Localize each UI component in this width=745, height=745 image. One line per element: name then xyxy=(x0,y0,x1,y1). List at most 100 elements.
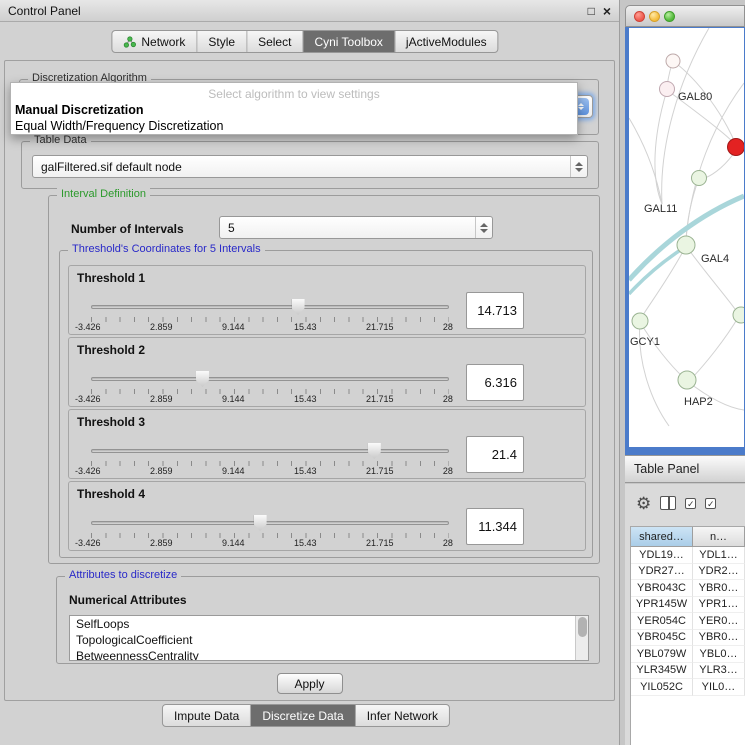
slider-track[interactable] xyxy=(91,305,449,309)
column-header-name[interactable]: n… xyxy=(693,527,745,547)
close-traffic-light-icon[interactable] xyxy=(634,11,645,22)
unselect-columns-icon[interactable]: ✓ xyxy=(705,498,716,509)
network-node-selected[interactable] xyxy=(728,139,745,156)
network-node[interactable] xyxy=(733,307,744,323)
dropdown-placeholder: Select algorithm to view settings xyxy=(11,86,577,102)
cell[interactable]: YBL079W xyxy=(631,646,693,663)
scale-tick-label: 28 xyxy=(443,322,453,332)
minimize-traffic-light-icon[interactable] xyxy=(649,11,660,22)
spinner-value: 5 xyxy=(228,221,235,235)
table-data-combo[interactable]: galFiltered.sif default node xyxy=(32,155,588,178)
cell[interactable]: YDL19… xyxy=(631,547,693,564)
cell[interactable]: YBR0… xyxy=(693,630,745,647)
slider-track[interactable] xyxy=(91,377,449,381)
zoom-traffic-light-icon[interactable] xyxy=(664,11,675,22)
cell[interactable]: YER0… xyxy=(693,613,745,630)
scale-tick-label: 9.144 xyxy=(222,466,245,476)
cell[interactable]: YLR3… xyxy=(693,663,745,680)
scale-tick-label: 2.859 xyxy=(150,394,173,404)
threshold-3-value-field[interactable] xyxy=(466,436,524,473)
list-item[interactable]: SelfLoops xyxy=(70,616,588,632)
list-item[interactable]: BetweennessCentrality xyxy=(70,648,588,661)
group-title: Attributes to discretize xyxy=(65,569,181,581)
table-row[interactable]: YBR045C YBR0… xyxy=(631,630,745,647)
threshold-4-value-field[interactable] xyxy=(466,508,524,545)
node-table: shared… n… YDL19… YDL1… YDR27… YDR2… YBR… xyxy=(630,526,745,745)
tab-network[interactable]: Network xyxy=(112,31,197,52)
slider-track[interactable] xyxy=(91,449,449,453)
list-scrollbar[interactable] xyxy=(575,616,588,660)
table-row[interactable]: YLR345W YLR3… xyxy=(631,663,745,680)
tab-cyni-toolbox[interactable]: Cyni Toolbox xyxy=(303,31,394,52)
cell[interactable]: YBR045C xyxy=(631,630,693,647)
threshold-1-value-field[interactable] xyxy=(466,292,524,329)
table-row[interactable]: YDR27… YDR2… xyxy=(631,564,745,581)
threshold-2-slider[interactable] xyxy=(91,370,449,388)
cell[interactable]: YPR1… xyxy=(693,597,745,614)
tab-discretize-data[interactable]: Discretize Data xyxy=(251,705,355,726)
list-item[interactable]: TopologicalCoefficient xyxy=(70,632,588,648)
cell[interactable]: YIL052C xyxy=(631,679,693,696)
cell[interactable]: YBR0… xyxy=(693,580,745,597)
cell[interactable]: YDR2… xyxy=(693,564,745,581)
threshold-1-slider[interactable] xyxy=(91,298,449,316)
group-title: Interval Definition xyxy=(57,188,150,200)
scale-tick-label: 2.859 xyxy=(150,538,173,548)
cell[interactable]: YDR27… xyxy=(631,564,693,581)
apply-button[interactable]: Apply xyxy=(277,673,343,694)
slider-scale: -3.426 2.859 9.144 15.43 21.715 28 xyxy=(75,466,453,476)
numerical-attributes-list[interactable]: SelfLoops TopologicalCoefficient Between… xyxy=(69,615,589,661)
columns-icon[interactable] xyxy=(660,496,676,510)
network-canvas[interactable]: GAL80 GAL11 GAL4 GCY1 HAP2 xyxy=(629,28,744,447)
number-of-intervals-spinner[interactable]: 5 xyxy=(219,216,493,239)
table-row[interactable]: YER054C YER0… xyxy=(631,613,745,630)
cell[interactable]: YLR345W xyxy=(631,663,693,680)
cell[interactable]: YBL0… xyxy=(693,646,745,663)
slider-thumb[interactable] xyxy=(196,371,209,387)
scrollbar-thumb[interactable] xyxy=(578,617,587,637)
slider-thumb[interactable] xyxy=(292,299,305,315)
group-title: Threshold's Coordinates for 5 Intervals xyxy=(68,243,265,255)
slider-thumb[interactable] xyxy=(368,443,381,459)
slider-thumb[interactable] xyxy=(254,515,267,531)
slider-track[interactable] xyxy=(91,521,449,525)
table-row[interactable]: YDL19… YDL1… xyxy=(631,547,745,564)
dropdown-option-manual-discretization[interactable]: Manual Discretization xyxy=(11,102,577,118)
threshold-3-slider[interactable] xyxy=(91,442,449,460)
select-all-columns-icon[interactable]: ✓ xyxy=(685,498,696,509)
node-label: GAL4 xyxy=(701,253,729,265)
column-header-shared-name[interactable]: shared… xyxy=(631,527,693,547)
table-row[interactable]: YPR145W YPR1… xyxy=(631,597,745,614)
cell[interactable]: YDL1… xyxy=(693,547,745,564)
threshold-2-value-field[interactable] xyxy=(466,364,524,401)
tab-infer-network[interactable]: Infer Network xyxy=(356,705,449,726)
tab-select[interactable]: Select xyxy=(247,31,303,52)
threshold-label: Threshold 1 xyxy=(77,271,145,285)
interval-definition-group: Interval Definition Number of Intervals … xyxy=(48,195,600,564)
table-row[interactable]: YBL079W YBL0… xyxy=(631,646,745,663)
cell[interactable]: YPR145W xyxy=(631,597,693,614)
dropdown-option-equal-width-frequency[interactable]: Equal Width/Frequency Discretization xyxy=(11,118,577,134)
cell[interactable]: YBR043C xyxy=(631,580,693,597)
table-data-group: Table Data galFiltered.sif default node xyxy=(21,141,599,189)
network-node[interactable] xyxy=(660,82,675,97)
attributes-group: Attributes to discretize Numerical Attri… xyxy=(56,576,600,664)
network-node[interactable] xyxy=(692,171,707,186)
tab-impute-data[interactable]: Impute Data xyxy=(163,705,251,726)
close-icon[interactable]: × xyxy=(603,4,611,18)
table-row[interactable]: YBR043C YBR0… xyxy=(631,580,745,597)
network-node[interactable] xyxy=(678,371,696,389)
threshold-4-slider[interactable] xyxy=(91,514,449,532)
scale-tick-label: 15.43 xyxy=(294,394,317,404)
network-node[interactable] xyxy=(666,54,680,68)
float-window-icon[interactable]: □ xyxy=(588,5,595,17)
table-row[interactable]: YIL052C YIL0… xyxy=(631,679,745,696)
cell[interactable]: YIL0… xyxy=(693,679,745,696)
network-window-titlebar[interactable] xyxy=(625,5,745,27)
network-node[interactable] xyxy=(632,313,648,329)
gear-icon[interactable]: ⚙ xyxy=(636,495,651,512)
tab-jactivemodules[interactable]: jActiveModules xyxy=(395,31,498,52)
cell[interactable]: YER054C xyxy=(631,613,693,630)
tab-style[interactable]: Style xyxy=(197,31,247,52)
network-node[interactable] xyxy=(677,236,695,254)
